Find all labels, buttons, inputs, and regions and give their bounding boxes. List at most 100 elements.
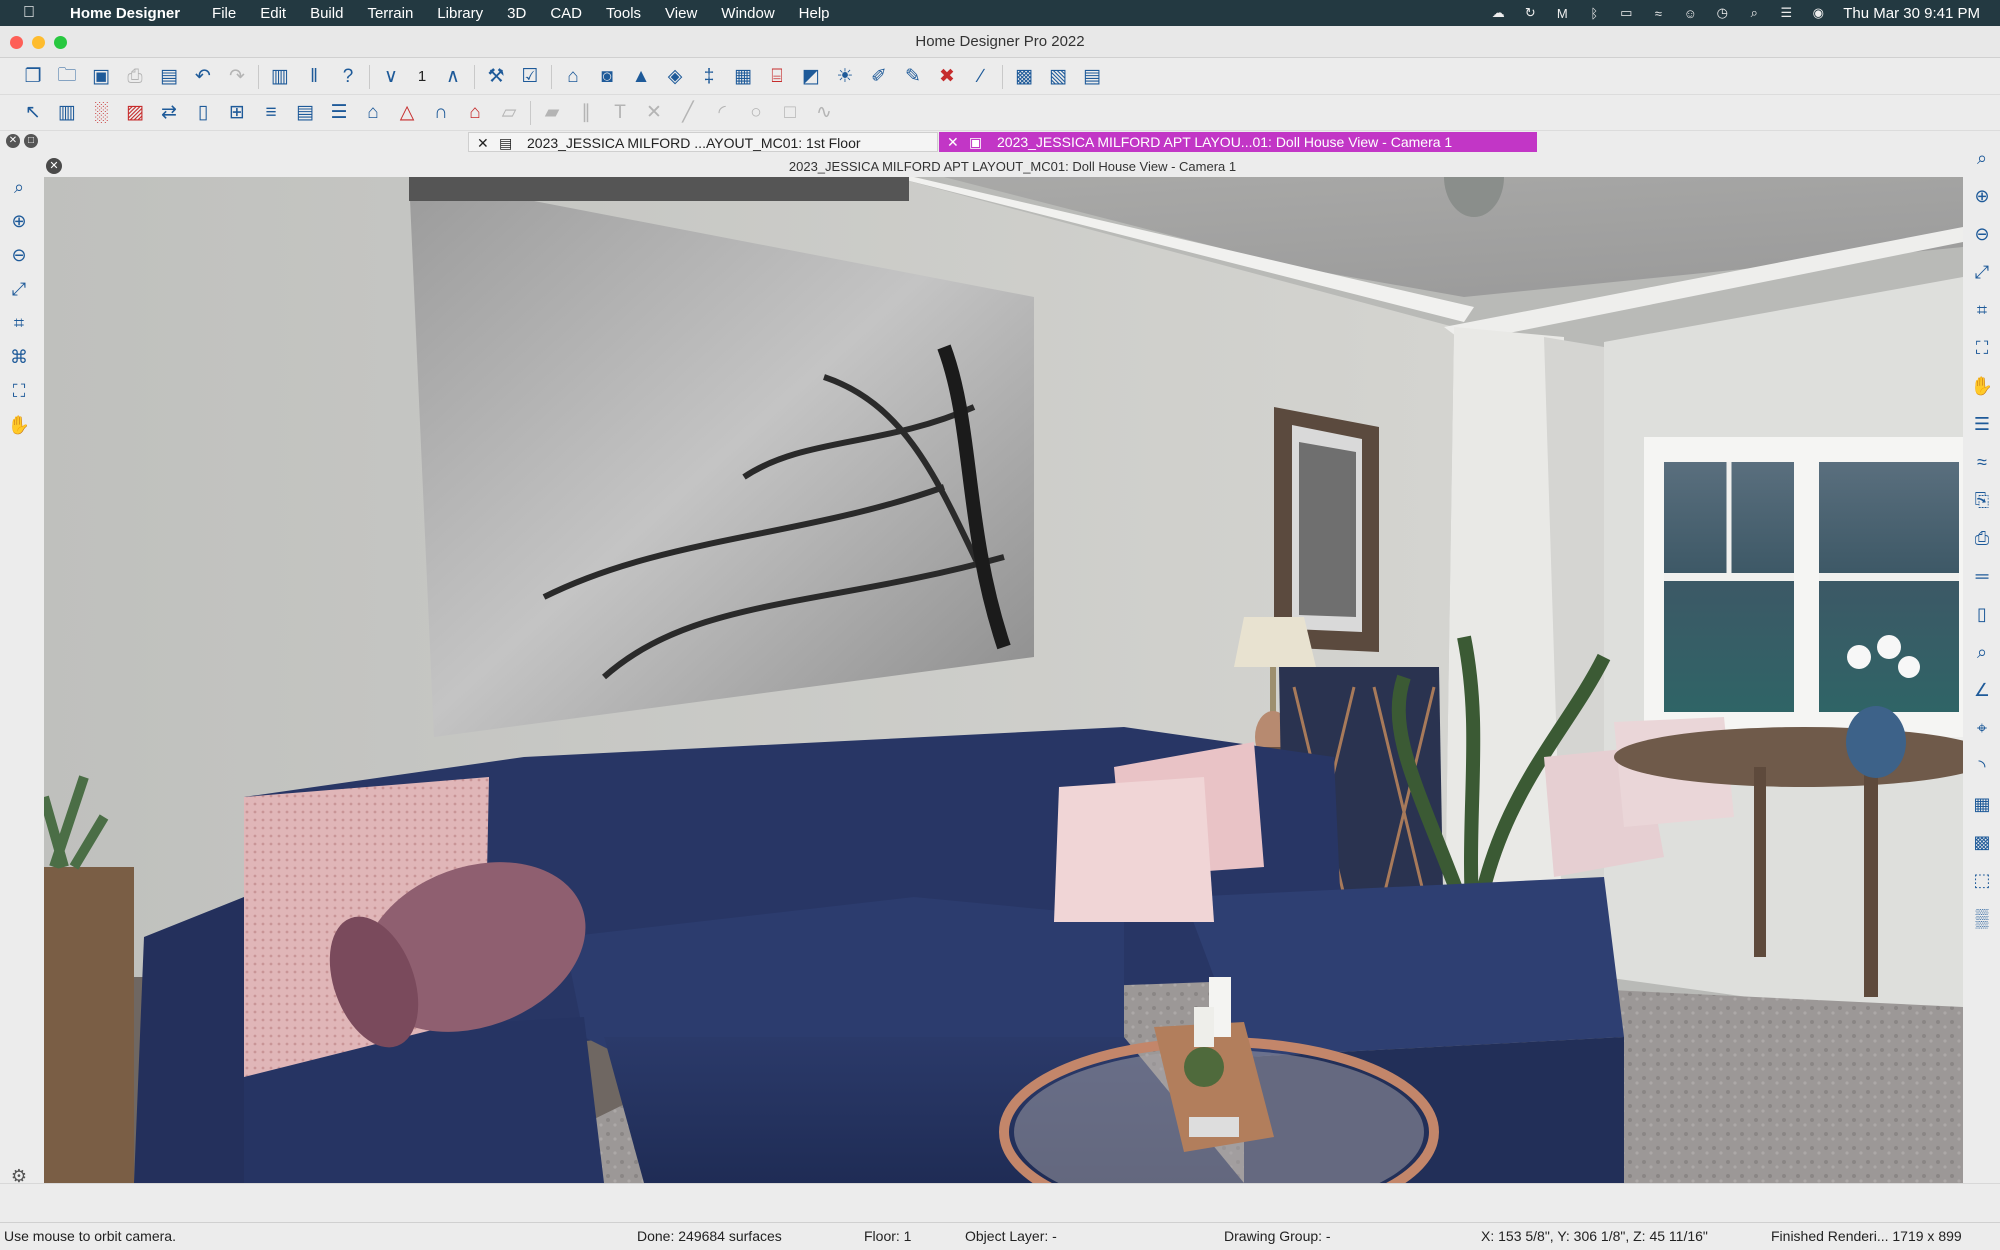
- layers-icon[interactable]: ☰: [1967, 410, 1997, 438]
- bluetooth-icon[interactable]: ᛒ: [1585, 5, 1603, 21]
- close-tab-icon[interactable]: ✕: [947, 132, 961, 152]
- zoom-fill-icon[interactable]: ⤢: [1967, 258, 1997, 286]
- creative-cloud-icon[interactable]: ☁: [1489, 5, 1507, 21]
- tab-doll-house-view[interactable]: ✕ ▣ 2023_JESSICA MILFORD APT LAYOU...01: D…: [939, 132, 1537, 152]
- door-icon[interactable]: ▯: [186, 98, 220, 128]
- wall-tool-icon[interactable]: ═: [1967, 562, 1997, 590]
- wave-icon[interactable]: ≈: [1967, 448, 1997, 476]
- restore-icon[interactable]: □: [24, 134, 38, 148]
- cloud-sync-icon[interactable]: ↻: [1521, 5, 1539, 21]
- grid-icon[interactable]: ▦: [1967, 790, 1997, 818]
- eyedropper-icon[interactable]: ✐: [862, 62, 896, 92]
- stairs-icon[interactable]: ≡: [254, 98, 288, 128]
- menu-tools[interactable]: Tools: [594, 5, 653, 22]
- fit-view-icon[interactable]: ⌘: [4, 343, 34, 371]
- elevation-icon[interactable]: ▲: [624, 62, 658, 92]
- malwarebytes-icon[interactable]: M: [1553, 5, 1571, 21]
- zoom-out-icon[interactable]: ⊖: [4, 241, 34, 269]
- terrain-icon[interactable]: ▰: [535, 98, 569, 128]
- porch-icon[interactable]: ∩: [424, 98, 458, 128]
- railing-icon[interactable]: ░: [84, 98, 118, 128]
- 3d-render-viewport[interactable]: [44, 177, 1963, 1183]
- up-floor-icon[interactable]: ∧: [436, 62, 470, 92]
- pan-hand-icon[interactable]: ✋: [1967, 372, 1997, 400]
- menu-edit[interactable]: Edit: [248, 5, 298, 22]
- save-icon[interactable]: ▣: [84, 62, 118, 92]
- new-file-icon[interactable]: ❐: [16, 62, 50, 92]
- shelf-icon[interactable]: ▤: [288, 98, 322, 128]
- cabinet-icon[interactable]: ▨: [118, 98, 152, 128]
- circle-icon[interactable]: ○: [739, 98, 773, 128]
- arc-icon[interactable]: ◜: [705, 98, 739, 128]
- texture-icon[interactable]: ▒: [1967, 904, 1997, 932]
- snap-icon[interactable]: ⌖: [1967, 714, 1997, 742]
- control-center-icon[interactable]: ☰: [1777, 5, 1795, 21]
- fit-window-icon[interactable]: ⌗: [1967, 296, 1997, 324]
- pan-hand-icon[interactable]: ✋: [4, 411, 34, 439]
- house-icon[interactable]: ⌂: [556, 62, 590, 92]
- user-icon[interactable]: ☺: [1681, 5, 1699, 21]
- delete-material-icon[interactable]: ✖: [930, 62, 964, 92]
- wifi-icon[interactable]: ≈: [1649, 5, 1667, 21]
- library-icon[interactable]: ‖: [297, 62, 331, 92]
- box-icon[interactable]: □: [773, 98, 807, 128]
- zoom-fill-icon[interactable]: ⤢: [4, 275, 34, 303]
- find-icon[interactable]: ⌕: [1967, 638, 1997, 666]
- window-icon[interactable]: ⊞: [220, 98, 254, 128]
- menu-file[interactable]: File: [200, 5, 248, 22]
- presentation-icon[interactable]: ▤: [152, 62, 186, 92]
- walk-icon[interactable]: ‡: [692, 62, 726, 92]
- paint-icon[interactable]: ✎: [896, 62, 930, 92]
- ruler-pencil-icon[interactable]: ∕: [964, 62, 998, 92]
- spotlight-icon[interactable]: ⌕: [1745, 5, 1763, 21]
- siri-icon[interactable]: ◉: [1809, 5, 1827, 21]
- dimension-icon[interactable]: ⇄: [152, 98, 186, 128]
- transform-icon[interactable]: ⬚: [1967, 866, 1997, 894]
- house-red-icon[interactable]: ⌂: [458, 98, 492, 128]
- render-icon[interactable]: ▩: [1007, 62, 1041, 92]
- menu-3d[interactable]: 3D: [495, 5, 538, 22]
- spline-icon[interactable]: ∿: [807, 98, 841, 128]
- help-icon[interactable]: ?: [331, 62, 365, 92]
- layers-icon[interactable]: ☰: [322, 98, 356, 128]
- road-icon[interactable]: ∥: [569, 98, 603, 128]
- grid-dark-icon[interactable]: ▩: [1967, 828, 1997, 856]
- zoom-in-icon[interactable]: ⊕: [4, 207, 34, 235]
- redo-icon[interactable]: ↷: [220, 62, 254, 92]
- time-machine-icon[interactable]: ◷: [1713, 5, 1731, 21]
- zoom-in-icon[interactable]: ⊕: [1967, 182, 1997, 210]
- layout-icon[interactable]: ▤: [1075, 62, 1109, 92]
- battery-icon[interactable]: ▭: [1617, 5, 1635, 21]
- zoom-icon[interactable]: ⌕: [1967, 144, 1997, 172]
- close-all-icon[interactable]: ✕: [6, 134, 20, 148]
- tab-1st-floor[interactable]: ✕ ▤ 2023_JESSICA MILFORD ...AYOUT_MC01: 1s…: [468, 132, 938, 152]
- menu-view[interactable]: View: [653, 5, 709, 22]
- building-icon[interactable]: ⌂: [356, 98, 390, 128]
- zoom-out-icon[interactable]: ⊖: [1967, 220, 1997, 248]
- menu-build[interactable]: Build: [298, 5, 355, 22]
- cross-section-icon[interactable]: ⌸: [760, 62, 794, 92]
- tools-icon[interactable]: ⚒: [479, 62, 513, 92]
- roof-icon[interactable]: △: [390, 98, 424, 128]
- plan-icon[interactable]: ▥: [263, 62, 297, 92]
- image-icon[interactable]: ▧: [1041, 62, 1075, 92]
- print-icon[interactable]: ⎙: [118, 62, 152, 92]
- fit-window-icon[interactable]: ⌗: [4, 309, 34, 337]
- paste-icon[interactable]: ⎙: [1967, 524, 1997, 552]
- gear-icon[interactable]: ⚙: [4, 1162, 34, 1190]
- menu-cad[interactable]: CAD: [538, 5, 594, 22]
- line-icon[interactable]: ╱: [671, 98, 705, 128]
- perspective-icon[interactable]: ◈: [658, 62, 692, 92]
- apple-menu-icon[interactable]: : [0, 4, 58, 22]
- framing-icon[interactable]: ▦: [726, 62, 760, 92]
- open-folder-icon[interactable]: 🗀: [50, 62, 84, 92]
- doll-house-icon[interactable]: ◩: [794, 62, 828, 92]
- fill-window-icon[interactable]: ⛶: [1967, 334, 1997, 362]
- slab-icon[interactable]: ▱: [492, 98, 526, 128]
- select-arrow-icon[interactable]: ↖: [16, 98, 50, 128]
- menu-window[interactable]: Window: [709, 5, 786, 22]
- undo-icon[interactable]: ↶: [186, 62, 220, 92]
- fill-window-icon[interactable]: ⛶: [4, 377, 34, 405]
- menu-library[interactable]: Library: [425, 5, 495, 22]
- clock[interactable]: Thu Mar 30 9:41 PM: [1843, 5, 1980, 22]
